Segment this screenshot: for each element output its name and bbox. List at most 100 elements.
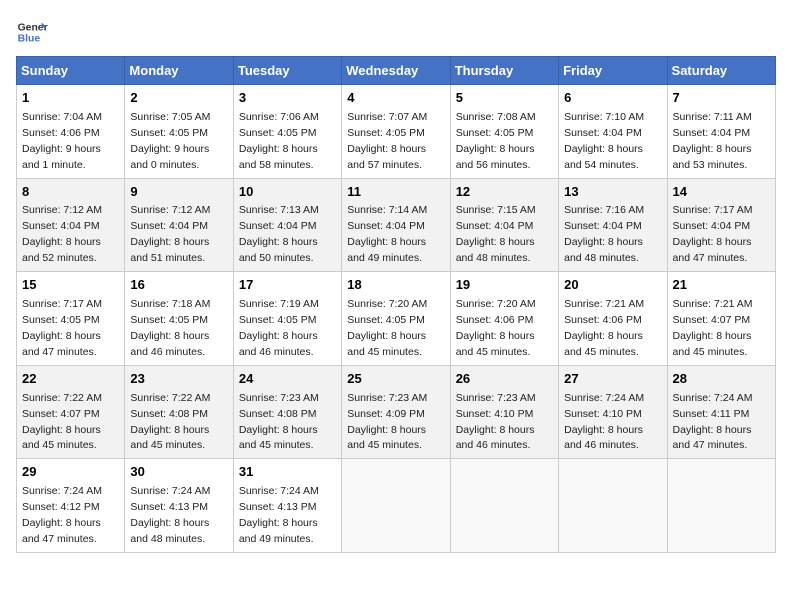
header-cell-sunday: Sunday [17, 57, 125, 85]
calendar-cell: 3 Sunrise: 7:06 AM Sunset: 4:05 PM Dayli… [233, 85, 341, 179]
sunset-info: Sunset: 4:04 PM [456, 220, 534, 232]
daylight-info: Daylight: 8 hours and 48 minutes. [564, 236, 643, 264]
header: General Blue [16, 16, 776, 48]
sunrise-info: Sunrise: 7:07 AM [347, 111, 427, 123]
sunset-info: Sunset: 4:04 PM [564, 220, 642, 232]
calendar-cell: 5 Sunrise: 7:08 AM Sunset: 4:05 PM Dayli… [450, 85, 558, 179]
day-number: 15 [22, 276, 119, 295]
daylight-info: Daylight: 8 hours and 52 minutes. [22, 236, 101, 264]
day-number: 18 [347, 276, 444, 295]
calendar-week-2: 8 Sunrise: 7:12 AM Sunset: 4:04 PM Dayli… [17, 178, 776, 272]
daylight-info: Daylight: 8 hours and 46 minutes. [564, 424, 643, 452]
day-number: 6 [564, 89, 661, 108]
sunrise-info: Sunrise: 7:16 AM [564, 204, 644, 216]
calendar-cell: 12 Sunrise: 7:15 AM Sunset: 4:04 PM Dayl… [450, 178, 558, 272]
sunrise-info: Sunrise: 7:04 AM [22, 111, 102, 123]
calendar-cell: 15 Sunrise: 7:17 AM Sunset: 4:05 PM Dayl… [17, 272, 125, 366]
sunrise-info: Sunrise: 7:11 AM [673, 111, 752, 123]
daylight-info: Daylight: 8 hours and 46 minutes. [239, 330, 318, 358]
sunrise-info: Sunrise: 7:20 AM [347, 298, 427, 310]
day-number: 17 [239, 276, 336, 295]
calendar-cell: 14 Sunrise: 7:17 AM Sunset: 4:04 PM Dayl… [667, 178, 775, 272]
sunset-info: Sunset: 4:08 PM [130, 408, 208, 420]
calendar-cell: 31 Sunrise: 7:24 AM Sunset: 4:13 PM Dayl… [233, 459, 341, 553]
daylight-info: Daylight: 8 hours and 54 minutes. [564, 143, 643, 171]
sunset-info: Sunset: 4:04 PM [130, 220, 208, 232]
logo-icon: General Blue [16, 16, 48, 48]
sunset-info: Sunset: 4:11 PM [673, 408, 750, 420]
sunrise-info: Sunrise: 7:14 AM [347, 204, 427, 216]
day-number: 30 [130, 463, 227, 482]
calendar-cell: 4 Sunrise: 7:07 AM Sunset: 4:05 PM Dayli… [342, 85, 450, 179]
day-number: 26 [456, 370, 553, 389]
sunset-info: Sunset: 4:06 PM [564, 314, 642, 326]
day-number: 5 [456, 89, 553, 108]
header-cell-thursday: Thursday [450, 57, 558, 85]
calendar-cell: 16 Sunrise: 7:18 AM Sunset: 4:05 PM Dayl… [125, 272, 233, 366]
calendar-cell [450, 459, 558, 553]
daylight-info: Daylight: 8 hours and 45 minutes. [456, 330, 535, 358]
daylight-info: Daylight: 8 hours and 46 minutes. [456, 424, 535, 452]
calendar-cell: 1 Sunrise: 7:04 AM Sunset: 4:06 PM Dayli… [17, 85, 125, 179]
daylight-info: Daylight: 8 hours and 58 minutes. [239, 143, 318, 171]
day-number: 16 [130, 276, 227, 295]
daylight-info: Daylight: 8 hours and 49 minutes. [347, 236, 426, 264]
daylight-info: Daylight: 8 hours and 48 minutes. [456, 236, 535, 264]
calendar-cell: 19 Sunrise: 7:20 AM Sunset: 4:06 PM Dayl… [450, 272, 558, 366]
calendar-cell: 22 Sunrise: 7:22 AM Sunset: 4:07 PM Dayl… [17, 365, 125, 459]
sunset-info: Sunset: 4:10 PM [456, 408, 534, 420]
calendar-cell [559, 459, 667, 553]
daylight-info: Daylight: 8 hours and 57 minutes. [347, 143, 426, 171]
calendar-cell [667, 459, 775, 553]
sunrise-info: Sunrise: 7:10 AM [564, 111, 644, 123]
calendar-body: 1 Sunrise: 7:04 AM Sunset: 4:06 PM Dayli… [17, 85, 776, 553]
calendar-week-4: 22 Sunrise: 7:22 AM Sunset: 4:07 PM Dayl… [17, 365, 776, 459]
daylight-info: Daylight: 8 hours and 45 minutes. [673, 330, 752, 358]
calendar-cell: 29 Sunrise: 7:24 AM Sunset: 4:12 PM Dayl… [17, 459, 125, 553]
sunrise-info: Sunrise: 7:23 AM [347, 392, 427, 404]
calendar-cell: 20 Sunrise: 7:21 AM Sunset: 4:06 PM Dayl… [559, 272, 667, 366]
calendar-cell: 21 Sunrise: 7:21 AM Sunset: 4:07 PM Dayl… [667, 272, 775, 366]
daylight-info: Daylight: 8 hours and 49 minutes. [239, 517, 318, 545]
sunset-info: Sunset: 4:13 PM [130, 501, 208, 513]
day-number: 7 [673, 89, 770, 108]
daylight-info: Daylight: 8 hours and 56 minutes. [456, 143, 535, 171]
sunrise-info: Sunrise: 7:12 AM [22, 204, 102, 216]
day-number: 28 [673, 370, 770, 389]
calendar-cell: 11 Sunrise: 7:14 AM Sunset: 4:04 PM Dayl… [342, 178, 450, 272]
day-number: 1 [22, 89, 119, 108]
sunrise-info: Sunrise: 7:20 AM [456, 298, 536, 310]
sunset-info: Sunset: 4:09 PM [347, 408, 425, 420]
sunrise-info: Sunrise: 7:19 AM [239, 298, 319, 310]
sunset-info: Sunset: 4:05 PM [130, 127, 208, 139]
sunset-info: Sunset: 4:06 PM [456, 314, 534, 326]
sunset-info: Sunset: 4:05 PM [239, 314, 317, 326]
day-number: 23 [130, 370, 227, 389]
day-number: 27 [564, 370, 661, 389]
calendar-cell: 23 Sunrise: 7:22 AM Sunset: 4:08 PM Dayl… [125, 365, 233, 459]
sunrise-info: Sunrise: 7:24 AM [239, 485, 319, 497]
calendar-cell: 6 Sunrise: 7:10 AM Sunset: 4:04 PM Dayli… [559, 85, 667, 179]
logo: General Blue [16, 16, 48, 48]
daylight-info: Daylight: 8 hours and 47 minutes. [673, 424, 752, 452]
sunset-info: Sunset: 4:04 PM [673, 127, 751, 139]
sunset-info: Sunset: 4:05 PM [456, 127, 534, 139]
sunrise-info: Sunrise: 7:24 AM [673, 392, 753, 404]
svg-text:General: General [18, 22, 48, 33]
calendar-cell: 18 Sunrise: 7:20 AM Sunset: 4:05 PM Dayl… [342, 272, 450, 366]
day-number: 8 [22, 183, 119, 202]
sunrise-info: Sunrise: 7:21 AM [564, 298, 644, 310]
day-number: 24 [239, 370, 336, 389]
sunrise-info: Sunrise: 7:22 AM [22, 392, 102, 404]
daylight-info: Daylight: 8 hours and 45 minutes. [22, 424, 101, 452]
sunrise-info: Sunrise: 7:06 AM [239, 111, 319, 123]
day-number: 22 [22, 370, 119, 389]
daylight-info: Daylight: 8 hours and 45 minutes. [564, 330, 643, 358]
sunrise-info: Sunrise: 7:21 AM [673, 298, 753, 310]
daylight-info: Daylight: 8 hours and 50 minutes. [239, 236, 318, 264]
sunrise-info: Sunrise: 7:17 AM [673, 204, 753, 216]
daylight-info: Daylight: 8 hours and 45 minutes. [347, 424, 426, 452]
day-number: 21 [673, 276, 770, 295]
daylight-info: Daylight: 8 hours and 48 minutes. [130, 517, 209, 545]
calendar-cell: 2 Sunrise: 7:05 AM Sunset: 4:05 PM Dayli… [125, 85, 233, 179]
